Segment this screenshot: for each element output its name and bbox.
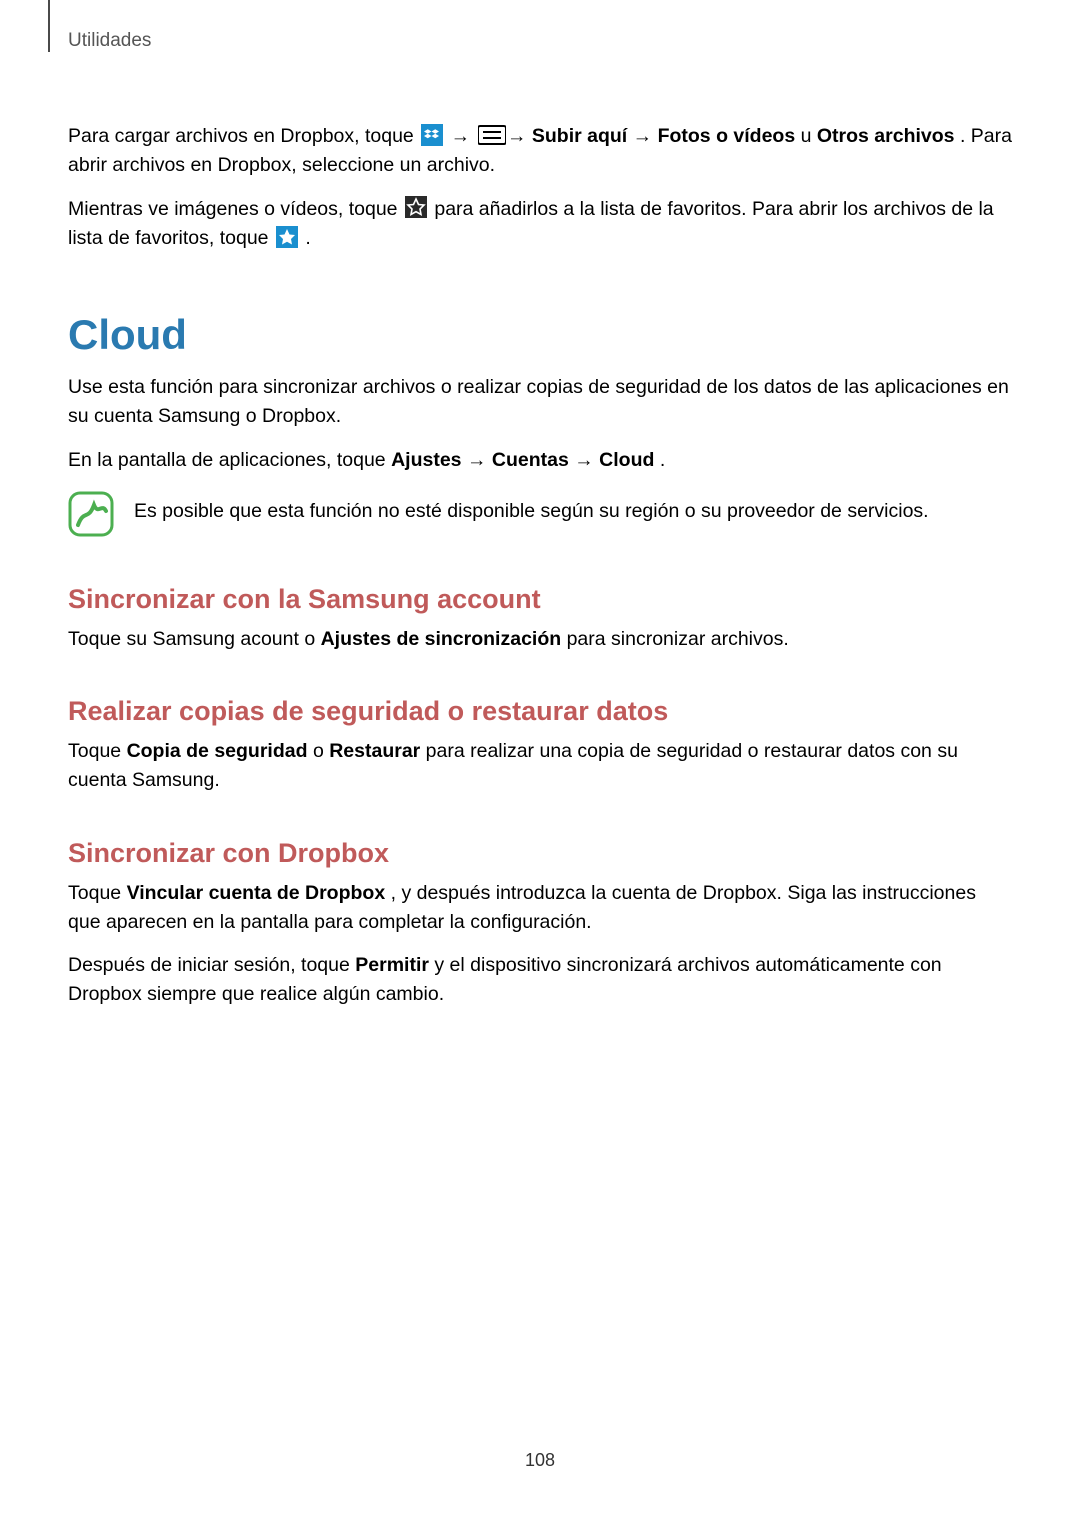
bold-text: Restaurar xyxy=(329,740,420,762)
note-text: Es posible que esta función no esté disp… xyxy=(134,491,929,526)
arrow: → xyxy=(574,449,599,471)
note-block: Es posible que esta función no esté disp… xyxy=(68,491,1012,542)
tab-marker xyxy=(48,0,50,52)
bold-text: Ajustes de sincronización xyxy=(321,628,562,650)
section-header: Utilidades xyxy=(68,30,1012,52)
text: para sincronizar archivos. xyxy=(567,628,789,650)
bold-text: Copia de seguridad xyxy=(127,740,308,762)
bold-text: Otros archivos xyxy=(817,125,955,147)
heading-sync-dropbox: Sincronizar con Dropbox xyxy=(68,838,1012,869)
dropbox-app-icon xyxy=(421,124,443,146)
paragraph-sync-samsung: Toque su Samsung acount o Ajustes de sin… xyxy=(68,625,1012,654)
text: Toque xyxy=(68,740,127,762)
arrow: → xyxy=(633,125,658,147)
star-filled-icon xyxy=(276,226,298,248)
bold-text: Cuentas xyxy=(492,449,569,471)
bold-text: Subir aquí xyxy=(532,125,627,147)
paragraph-sync-dropbox-1: Toque Vincular cuenta de Dropbox , y des… xyxy=(68,879,1012,938)
menu-icon xyxy=(478,124,500,146)
text: En la pantalla de aplicaciones, toque xyxy=(68,449,391,471)
bold-text: Cloud xyxy=(599,449,654,471)
document-page: Utilidades Para cargar archivos en Dropb… xyxy=(0,0,1080,1521)
heading-sync-samsung: Sincronizar con la Samsung account xyxy=(68,584,1012,615)
text: o xyxy=(313,740,329,762)
paragraph-backup: Toque Copia de seguridad o Restaurar par… xyxy=(68,737,1012,796)
paragraph-dropbox-favorites: Mientras ve imágenes o vídeos, toque par… xyxy=(68,195,1012,254)
star-outline-icon xyxy=(405,196,427,218)
page-number: 108 xyxy=(68,1450,1012,1471)
text: u xyxy=(801,125,817,147)
text: Toque su Samsung acount o xyxy=(68,628,321,650)
text: Después de iniciar sesión, toque xyxy=(68,954,355,976)
text: Toque xyxy=(68,882,127,904)
text: Para cargar archivos en Dropbox, toque xyxy=(68,125,419,147)
bold-text: Fotos o vídeos xyxy=(658,125,796,147)
paragraph-cloud-intro: Use esta función para sincronizar archiv… xyxy=(68,373,1012,432)
arrow: → xyxy=(507,125,532,147)
paragraph-dropbox-upload: Para cargar archivos en Dropbox, toque →… xyxy=(68,122,1012,181)
arrow: → xyxy=(467,449,492,471)
paragraph-sync-dropbox-2: Después de iniciar sesión, toque Permiti… xyxy=(68,951,1012,1010)
bold-text: Ajustes xyxy=(391,449,461,471)
text: Mientras ve imágenes o vídeos, toque xyxy=(68,198,403,220)
paragraph-cloud-path: En la pantalla de aplicaciones, toque Aj… xyxy=(68,446,1012,475)
text: . xyxy=(660,449,665,471)
bold-text: Permitir xyxy=(355,954,429,976)
note-icon xyxy=(68,491,114,542)
bold-text: Vincular cuenta de Dropbox xyxy=(127,882,386,904)
heading-backup: Realizar copias de seguridad o restaurar… xyxy=(68,696,1012,727)
arrow: → xyxy=(451,125,476,147)
text: . xyxy=(305,227,310,249)
heading-cloud: Cloud xyxy=(68,311,1012,359)
